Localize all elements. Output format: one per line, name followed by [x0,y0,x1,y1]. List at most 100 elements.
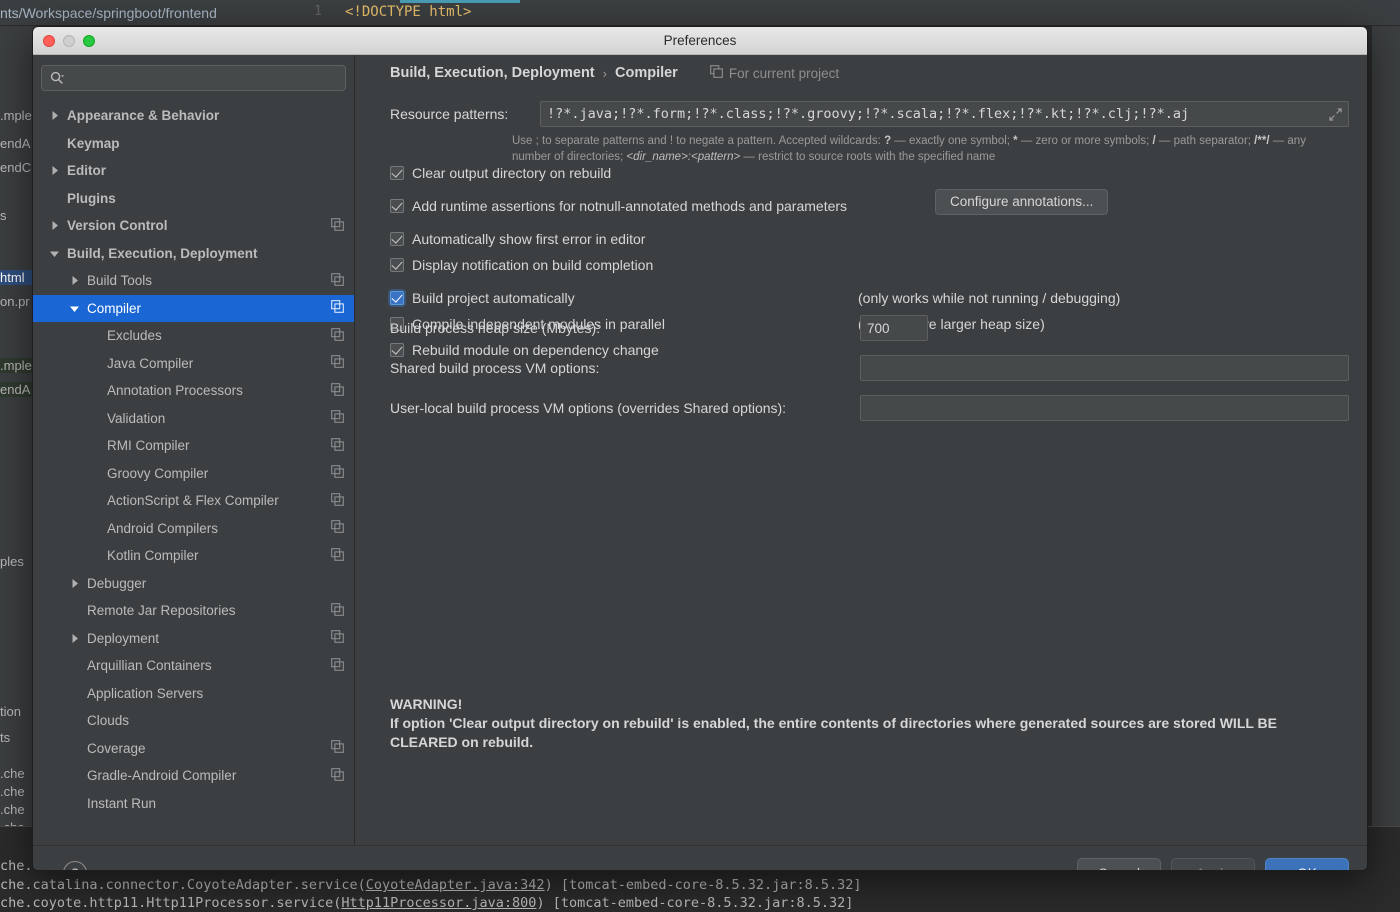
sidebar-item-clouds[interactable]: Clouds [33,707,354,735]
sidebar-item-label: Keymap [67,135,120,151]
search-input[interactable] [68,70,337,86]
chevron-right-icon[interactable] [47,219,61,233]
sidebar-item-label: Groovy Compiler [107,465,209,481]
project-scope-icon [331,492,344,509]
ide-line-number: 1 [314,4,322,19]
chevron-down-icon[interactable] [67,301,81,315]
sidebar-item-validation[interactable]: Validation [33,405,354,433]
resource-patterns-label: Resource patterns: [390,106,509,122]
sidebar-item-compiler[interactable]: Compiler [33,294,354,322]
configure-annotations-button[interactable]: Configure annotations... [935,189,1109,215]
expand-icon[interactable] [1329,107,1342,121]
sidebar-item-remote-jar-repositories[interactable]: Remote Jar Repositories [33,597,354,625]
chevron-right-icon[interactable] [47,109,61,123]
sidebar-item-appearance-behavior[interactable]: Appearance & Behavior [33,102,354,130]
project-scope-icon [331,300,344,316]
sidebar-item-arquillian-containers[interactable]: Arquillian Containers [33,652,354,680]
sidebar-item-editor[interactable]: Editor [33,157,354,185]
sidebar-item-application-servers[interactable]: Application Servers [33,680,354,708]
checkbox-display-notification-on-build-completion[interactable] [390,258,404,272]
resource-patterns-input[interactable]: !?*.java;!?*.form;!?*.class;!?*.groovy;!… [540,101,1349,127]
sidebar-item-version-control[interactable]: Version Control [33,212,354,240]
input-user-local-build-process-vm-options-over[interactable] [860,395,1349,421]
hint-text-3: — zero or more symbols; [1017,135,1153,147]
sidebar-item-label: Coverage [87,740,146,756]
input-shared-build-process-vm-options[interactable] [860,355,1349,381]
sidebar-item-label: Instant Run [87,795,157,811]
checkbox-build-project-automatically[interactable] [390,291,404,305]
ide-tree-item: che. [0,802,25,817]
checkbox-label[interactable]: Display notification on build completion [412,257,653,273]
project-scope-label: For current project [728,65,840,81]
sidebar-item-gradle-android-compiler[interactable]: Gradle-Android Compiler [33,762,354,790]
sidebar-item-label: Android Compilers [107,520,219,536]
sidebar-item-build-tools[interactable]: Build Tools [33,267,354,295]
chevron-right-icon[interactable] [67,631,81,645]
sidebar-item-actionscript-flex-compiler[interactable]: ActionScript & Flex Compiler [33,487,354,515]
ide-tree-item: che. [0,766,25,781]
footer-buttons: Cancel Apply OK [1077,858,1349,870]
breadcrumb-section[interactable]: Build, Execution, Deployment [390,65,595,81]
sidebar-item-keymap[interactable]: Keymap [33,130,354,158]
chevron-right-icon[interactable] [67,576,81,590]
checkbox-clear-output-directory-on-rebuild[interactable] [390,166,404,180]
project-scope-icon [331,547,344,564]
hint-text-5: separator; [1199,135,1255,147]
settings-sidebar: Appearance & Behavior Keymap Editor Plugins… [33,55,355,845]
chevron-down-icon[interactable] [47,246,61,260]
project-scope-icon [331,602,344,619]
ide-right-panel [1372,26,1400,912]
checkbox-label[interactable]: Automatically show first error in editor [412,231,645,247]
sidebar-item-deployment[interactable]: Deployment [33,625,354,653]
ide-breadcrumb-path: nts/Workspace/springboot/frontend [0,5,217,21]
sidebar-item-label: Appearance & Behavior [67,108,220,124]
sidebar-item-plugins[interactable]: Plugins [33,185,354,213]
checkbox-add-runtime-assertions-for-notnull-annotated-methods-and-parameters[interactable] [390,199,404,213]
zoom-window-button[interactable] [83,35,95,47]
sidebar-item-groovy-compiler[interactable]: Groovy Compiler [33,460,354,488]
sidebar-item-rmi-compiler[interactable]: RMI Compiler [33,432,354,460]
checkbox-automatically-show-first-error-in-editor[interactable] [390,232,404,246]
checkbox-label[interactable]: Add runtime assertions for notnull-annot… [412,198,847,214]
sidebar-item-debugger[interactable]: Debugger [33,570,354,598]
minimize-window-button[interactable] [63,35,75,47]
ide-tree-item: html [0,270,34,285]
sidebar-item-coverage[interactable]: Coverage [33,735,354,763]
sidebar-item-label: Clouds [87,713,130,729]
ide-tree-item: ples [0,554,24,569]
sidebar-item-annotation-processors[interactable]: Annotation Processors [33,377,354,405]
breadcrumb: Build, Execution, Deployment › Compiler … [390,65,839,81]
sidebar-item-kotlin-compiler[interactable]: Kotlin Compiler [33,542,354,570]
chevron-right-icon[interactable] [47,164,61,178]
project-scope-icon [331,327,344,344]
checkbox-label[interactable]: Clear output directory on rebuild [412,165,611,181]
chevron-right-icon[interactable] [67,274,81,288]
sidebar-item-android-compilers[interactable]: Android Compilers [33,515,354,543]
help-button[interactable]: ? [63,861,87,870]
breadcrumb-separator-icon: › [602,65,607,81]
checkbox-label[interactable]: Build project automatically [412,290,575,306]
search-icon [50,71,64,85]
project-scope-icon [331,740,344,756]
project-scope-icon [331,217,344,234]
sidebar-item-build-execution-deployment[interactable]: Build, Execution, Deployment [33,240,354,268]
sidebar-item-java-compiler[interactable]: Java Compiler [33,350,354,378]
sidebar-item-label: Compiler [87,300,142,316]
field-label: User-local build process VM options (ove… [390,400,787,416]
search-box[interactable] [41,65,346,91]
sidebar-item-excludes[interactable]: Excludes [33,322,354,350]
cancel-button[interactable]: Cancel [1077,858,1161,870]
ok-button[interactable]: OK [1265,858,1349,870]
input-build-process-heap-size-mbytes[interactable]: 700 [860,315,928,341]
ide-tree-item: mple. [0,108,32,123]
sidebar-item-instant-run[interactable]: Instant Run [33,790,354,818]
console-line: che.catalina.connector.CoyoteAdapter.ser… [0,877,862,893]
console-line: che.coyote.http11.Http11Processor.servic… [0,895,854,911]
compiler-fields: Build process heap size (Mbytes): 700 Shar… [390,315,1349,435]
close-window-button[interactable] [43,35,55,47]
warning-body: If option 'Clear output directory on reb… [390,715,1278,750]
